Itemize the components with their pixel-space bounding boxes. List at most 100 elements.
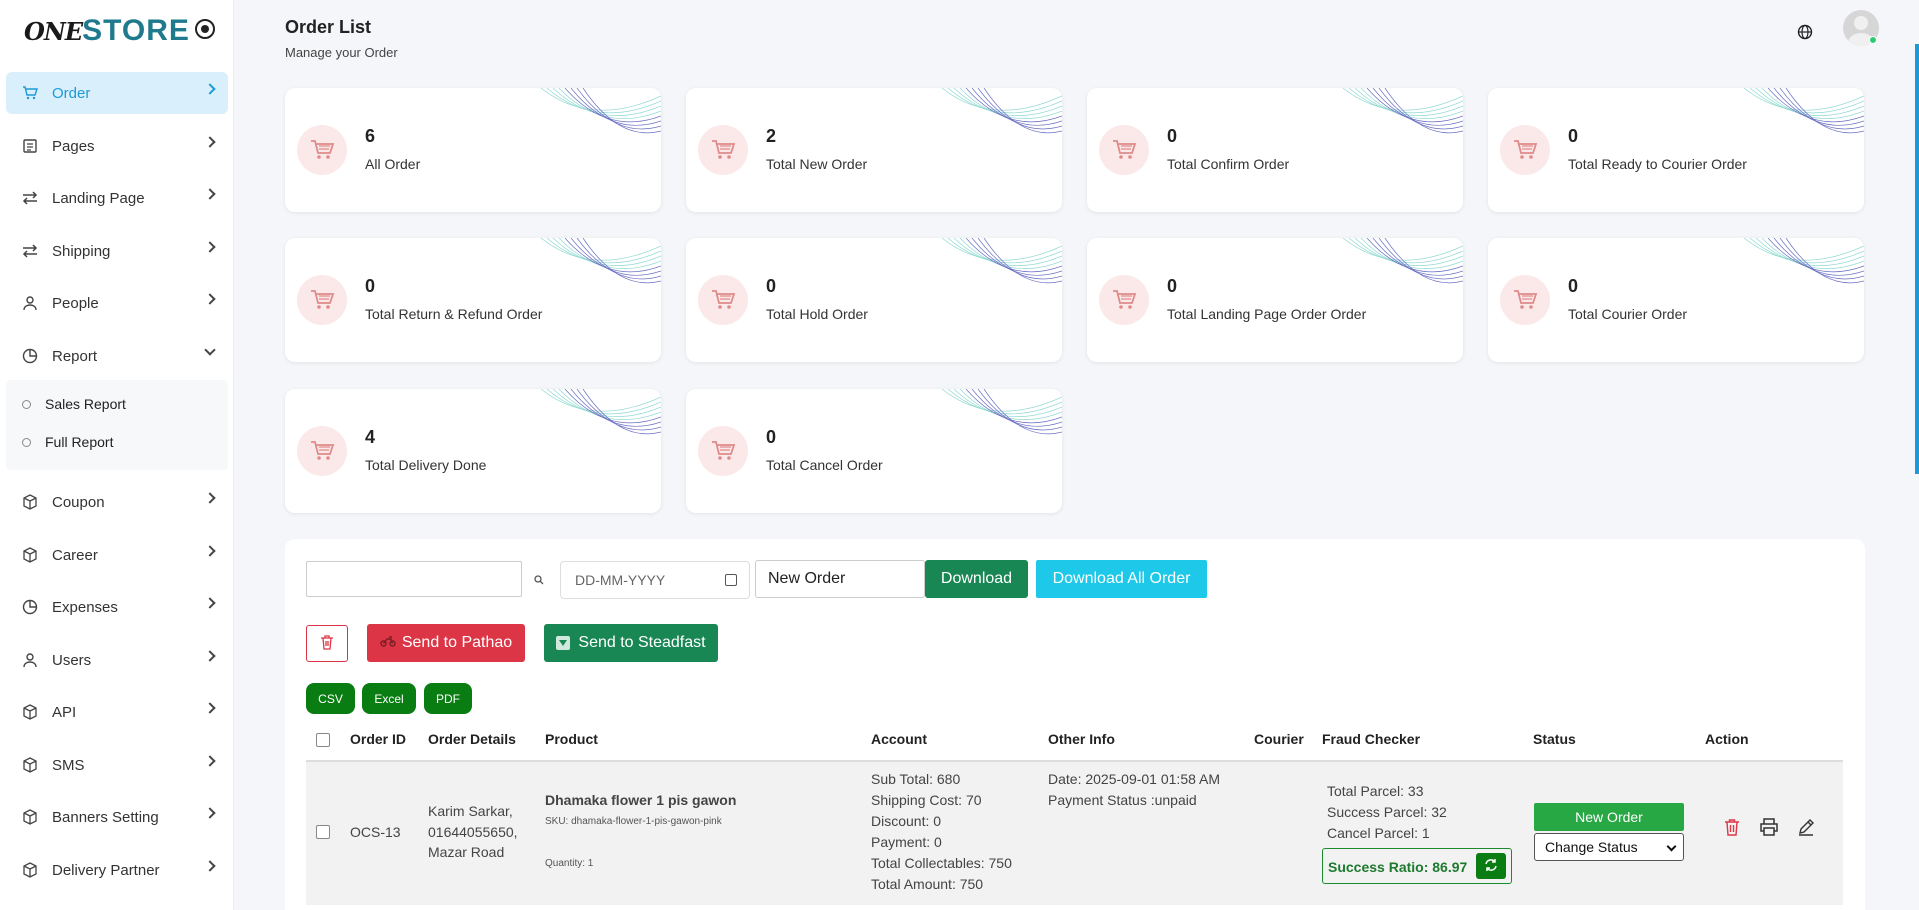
stat-label: Total Delivery Done [365,457,487,473]
column-header-courier[interactable]: Courier [1254,731,1304,747]
stat-value: 0 [1167,126,1178,146]
motorbike-icon [380,634,396,652]
submenu-item-sales-report[interactable]: Sales Report [22,396,126,412]
sidebar-toggle-icon[interactable] [195,19,215,39]
send-to-steadfast-button[interactable]: Send to Steadfast [544,624,718,662]
sidebar-item-label: Banners Setting [52,808,159,826]
product-name[interactable]: Dhamaka flower 1 pis gawon [545,790,736,811]
box-icon [20,860,40,880]
stat-card[interactable]: 0 Total Confirm Order [1087,88,1463,212]
search-icon[interactable] [534,572,544,588]
stat-card[interactable]: 2 Total New Order [686,88,1062,212]
edit-button[interactable] [1797,818,1815,839]
export-excel-button[interactable]: Excel [362,683,416,714]
select-all-checkbox[interactable] [316,733,330,747]
sidebar-item-users[interactable]: Users [6,639,228,681]
column-header-fraud-checker[interactable]: Fraud Checker [1322,731,1420,747]
sidebar-item-career[interactable]: Career [6,534,228,576]
stat-label: Total Cancel Order [766,457,883,473]
delete-row-button[interactable] [1724,818,1740,839]
send-to-pathao-button[interactable]: Send to Pathao [367,624,525,662]
chevron-right-icon [204,860,216,872]
download-all-order-button[interactable]: Download All Order [1036,560,1207,598]
stat-label: Total Hold Order [766,306,868,322]
brand-logo[interactable]: ONESTORE [24,14,190,48]
stat-card[interactable]: 0 Total Landing Page Order Order [1087,238,1463,362]
chevron-right-icon [204,83,216,95]
stat-value: 2 [766,126,777,146]
order-details-address: Mazar Road [428,844,505,860]
export-csv-button[interactable]: CSV [306,683,355,714]
change-status-select[interactable]: Change Status [1534,833,1684,861]
chevron-right-icon [204,188,216,200]
submenu-item-full-report[interactable]: Full Report [22,434,113,450]
stat-card[interactable]: 0 Total Courier Order [1488,238,1864,362]
stat-card[interactable]: 0 Total Ready to Courier Order [1488,88,1864,212]
cart-icon [297,275,347,325]
date-filter-input[interactable]: DD-MM-YYYY [560,561,750,599]
cart-icon [20,83,40,103]
status-filter-select[interactable]: New Order [755,560,925,598]
sidebar-item-banners-setting[interactable]: Banners Setting [6,796,228,838]
product-quantity: Quantity: 1 [545,858,594,869]
stat-label: Total Landing Page Order Order [1167,306,1367,322]
stat-card[interactable]: 0 Total Return & Refund Order [285,238,661,362]
stat-card[interactable]: 0 Total Cancel Order [686,389,1062,513]
column-header-status[interactable]: Status [1533,731,1576,747]
sidebar-item-report[interactable]: Report [6,335,228,377]
sidebar-item-label: Career [52,546,98,564]
page-subtitle: Manage your Order [285,45,398,60]
person-icon [20,650,40,670]
stat-card[interactable]: 4 Total Delivery Done [285,389,661,513]
decorative-waves [941,389,1062,435]
page-scrollbar[interactable] [1915,44,1919,474]
sidebar-item-people[interactable]: People [6,282,228,324]
sidebar-item-sms[interactable]: SMS [6,744,228,786]
box-icon [20,807,40,827]
column-header-order-details[interactable]: Order Details [428,731,516,747]
column-header-product[interactable]: Product [545,731,598,747]
status-badge[interactable]: New Order [1534,803,1684,831]
chevron-right-icon [204,597,216,609]
column-header-order-id[interactable]: Order ID [350,731,406,747]
report-submenu: Sales Report Full Report [6,380,228,470]
stat-label: Total Confirm Order [1167,156,1290,172]
account-shipping-cost: Shipping Cost: 70 [871,792,982,808]
other-info-date: Date: 2025-09-01 01:58 AM [1048,771,1221,787]
print-button[interactable] [1759,818,1779,839]
column-header-account[interactable]: Account [871,731,927,747]
column-header-other-info[interactable]: Other Info [1048,731,1115,747]
chevron-right-icon [204,492,216,504]
stat-value: 0 [1167,276,1178,296]
sidebar-item-order[interactable]: Order [6,72,228,114]
sidebar-item-label: People [52,294,99,312]
stat-label: Total Return & Refund Order [365,306,543,322]
sidebar-item-label: Pages [52,137,95,155]
sidebar-item-shipping[interactable]: Shipping [6,230,228,272]
globe-icon[interactable] [1797,24,1813,43]
sidebar-item-api[interactable]: API [6,691,228,733]
chevron-right-icon [204,136,216,148]
sidebar-item-delivery-partner[interactable]: Delivery Partner [6,849,228,891]
column-header-action[interactable]: Action [1705,731,1749,747]
fraud-total-parcel: Total Parcel: 33 [1327,783,1424,799]
refresh-fraud-button[interactable] [1476,853,1506,879]
sidebar-item-pages[interactable]: Pages [6,125,228,167]
export-pdf-button[interactable]: PDF [424,683,472,714]
calendar-icon[interactable] [725,574,737,586]
stat-card[interactable]: 6 All Order [285,88,661,212]
bulk-delete-button[interactable] [306,625,348,662]
sidebar-item-coupon[interactable]: Coupon [6,481,228,523]
sidebar-item-expenses[interactable]: Expenses [6,586,228,628]
stat-value: 0 [766,276,777,296]
printer-icon [1759,818,1779,839]
decorative-waves [540,238,661,284]
search-input[interactable] [306,561,522,597]
account-sub-total: Sub Total: 680 [871,771,961,787]
cart-icon [1099,125,1149,175]
sidebar-item-landing-page[interactable]: Landing Page [6,177,228,219]
stat-card[interactable]: 0 Total Hold Order [686,238,1062,362]
download-button[interactable]: Download [925,560,1028,598]
row-checkbox[interactable] [316,825,330,839]
chevron-right-icon [204,293,216,305]
